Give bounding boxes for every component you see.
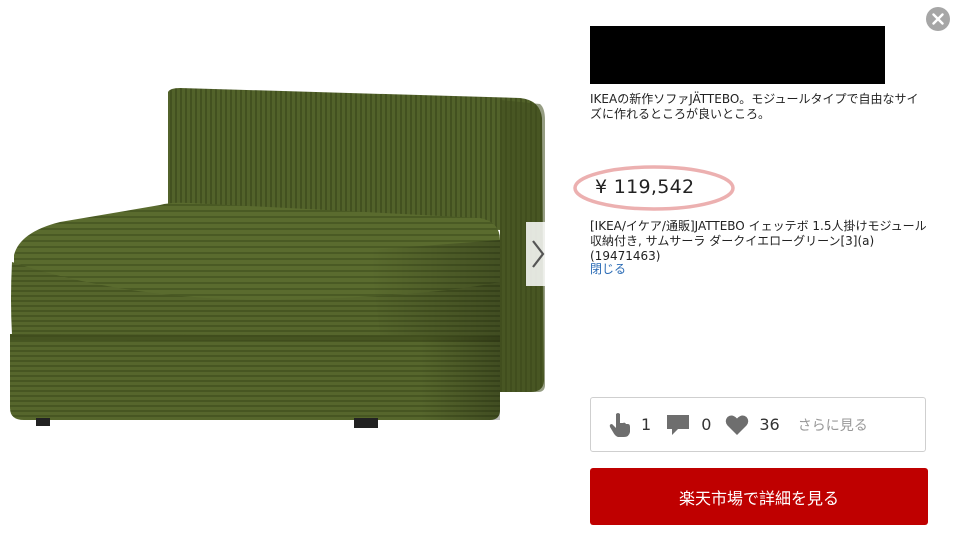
close-icon xyxy=(932,13,944,25)
redacted-user-area xyxy=(590,26,885,84)
rakuten-detail-button[interactable]: 楽天市場で詳細を見る xyxy=(590,468,928,525)
product-name: [IKEA/イケア/通販]JATTEBO イェッテボ 1.5人掛けモジュール 収… xyxy=(590,219,927,263)
price-area: ¥ 119,542 xyxy=(573,164,735,212)
see-more-link[interactable]: さらに見る xyxy=(798,415,868,435)
heart-icon xyxy=(726,415,749,435)
close-link[interactable]: 閉じる xyxy=(590,260,626,277)
product-price: ¥ 119,542 xyxy=(595,176,695,198)
product-image xyxy=(10,88,545,428)
comment-count: 0 xyxy=(701,415,712,434)
clip-stat[interactable]: 1 xyxy=(609,412,651,438)
chevron-right-icon xyxy=(532,240,545,268)
reaction-stats: 1 0 36 さらに見る xyxy=(590,397,926,452)
product-description: IKEAの新作ソファJÄTTEBO。モジュールタイプで自由なサイズに作れるところ… xyxy=(590,92,919,121)
speech-bubble-icon xyxy=(667,414,690,435)
next-image-button[interactable] xyxy=(526,222,550,286)
close-button[interactable] xyxy=(926,7,950,31)
clip-count: 1 xyxy=(641,415,652,434)
hand-pointer-icon xyxy=(609,412,630,437)
product-popup: IKEAの新作ソファJÄTTEBO。モジュールタイプで自由なサイズに作れるところ… xyxy=(0,0,956,551)
like-stat[interactable]: 36 xyxy=(725,414,780,436)
like-count: 36 xyxy=(759,415,780,434)
comment-stat[interactable]: 0 xyxy=(665,413,711,437)
